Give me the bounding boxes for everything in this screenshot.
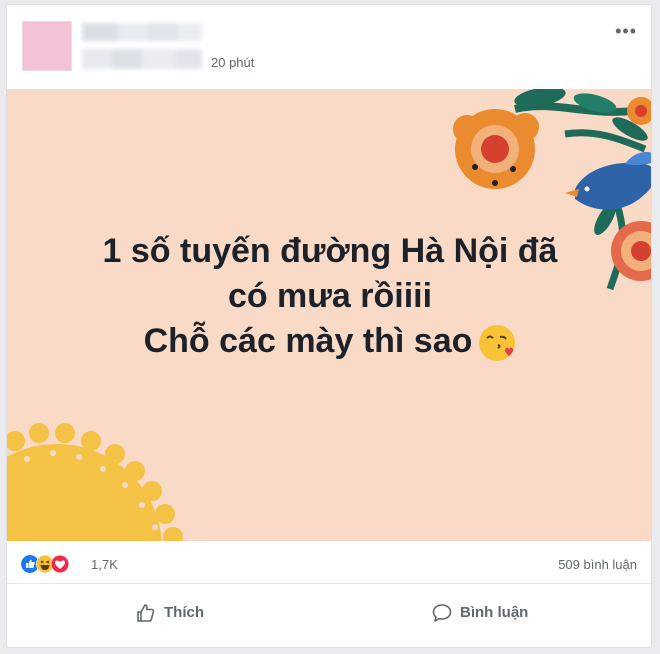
post-text-line-last: Chỗ các mày thì sao <box>7 319 651 364</box>
thumbs-up-icon <box>137 604 155 622</box>
love-reaction-icon <box>51 555 69 573</box>
like-label: Thích <box>164 604 204 621</box>
face-blowing-kiss-icon <box>479 325 516 362</box>
post-background: 1 số tuyến đường Hà Nội đã có mưa rồiiii… <box>7 89 651 541</box>
like-button[interactable]: Thích <box>135 597 204 629</box>
author-subtitle-blurred <box>82 49 202 69</box>
post-text-line: 1 số tuyến đường Hà Nội đã <box>102 232 558 270</box>
comment-button[interactable]: Bình luận <box>431 597 528 629</box>
post-text: 1 số tuyến đường Hà Nội đã có mưa rồiiii… <box>7 229 651 364</box>
post-actions: Thích Bình luận <box>7 585 651 647</box>
post-timestamp[interactable]: 20 phút <box>211 55 254 70</box>
sun-decoration-icon <box>7 423 183 541</box>
comment-count[interactable]: 509 bình luận <box>558 557 637 572</box>
more-options-icon[interactable]: ••• <box>615 22 637 40</box>
reaction-count[interactable]: 1,7K <box>91 557 118 572</box>
post-header: 20 phút ••• <box>7 5 651 87</box>
post-text-line: Chỗ các mày thì sao <box>143 322 473 360</box>
comment-label: Bình luận <box>460 604 529 621</box>
author-name-blurred[interactable] <box>82 23 202 41</box>
comment-bubble-icon <box>432 604 452 622</box>
post-card: 20 phút ••• 1 số tuyến đường Hà Nội đã c… <box>6 4 652 648</box>
post-stats: 1,7K 509 bình luận <box>7 544 651 584</box>
avatar[interactable] <box>22 21 72 71</box>
post-text-line: có mưa rồiiii <box>227 277 433 315</box>
